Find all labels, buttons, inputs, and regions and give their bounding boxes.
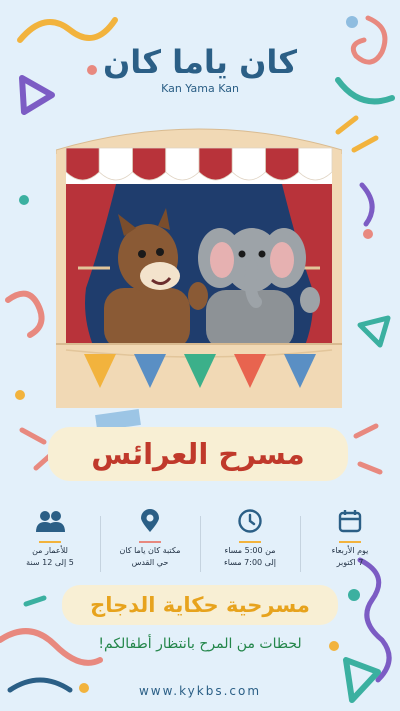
valance-scallop xyxy=(98,147,133,181)
valance-scallop xyxy=(132,147,167,181)
date-value: 7 اكتوبر xyxy=(336,558,364,567)
puppet-stage-illustration xyxy=(56,128,342,408)
website-link[interactable]: www.kykbs.com xyxy=(0,684,400,698)
info-ages: للأعمار من 5 إلى 12 سنة xyxy=(0,508,100,580)
valance-scallop xyxy=(231,147,266,181)
valance-scallop xyxy=(65,147,100,181)
location-venue: مكتبة كان ياما كان xyxy=(119,546,181,555)
time-end: إلى 7:00 مساء xyxy=(223,558,276,567)
valance-scallop xyxy=(265,147,300,181)
valance-scallop xyxy=(165,147,200,181)
location-pin-icon xyxy=(100,508,200,538)
accent-bar xyxy=(39,541,61,543)
divider xyxy=(200,516,201,572)
event-title: مسرح العرائس xyxy=(48,427,348,481)
valance-scallop xyxy=(298,147,333,181)
age-range: 5 إلى 12 سنة xyxy=(26,558,74,567)
info-location: مكتبة كان ياما كان حي القدس xyxy=(100,508,200,580)
brand-name-english: Kan Yama Kan xyxy=(161,82,239,95)
info-date: يوم الأربعاء 7 اكتوبر xyxy=(300,508,400,580)
accent-bar xyxy=(139,541,161,543)
divider xyxy=(100,516,101,572)
time-start: من 5:00 مساء xyxy=(224,546,276,555)
show-name: مسرحية حكاية الدجاج xyxy=(62,585,338,625)
divider xyxy=(300,516,301,572)
people-icon xyxy=(0,508,100,538)
brand-logo: كان ياما كان Kan Yama Kan xyxy=(0,44,400,95)
date-day: يوم الأربعاء xyxy=(331,546,369,555)
brand-name-arabic: كان ياما كان xyxy=(102,43,297,81)
accent-bar xyxy=(339,541,361,543)
valance-scallop xyxy=(198,147,233,181)
tagline: لحظات من المرح بانتظار أطفالكم! xyxy=(98,636,302,652)
info-time: من 5:00 مساء إلى 7:00 مساء xyxy=(200,508,300,580)
clock-icon xyxy=(200,508,300,538)
location-district: حي القدس xyxy=(131,558,169,567)
age-label: للأعمار من xyxy=(32,546,68,555)
calendar-icon xyxy=(300,508,400,538)
accent-bar xyxy=(239,541,261,543)
